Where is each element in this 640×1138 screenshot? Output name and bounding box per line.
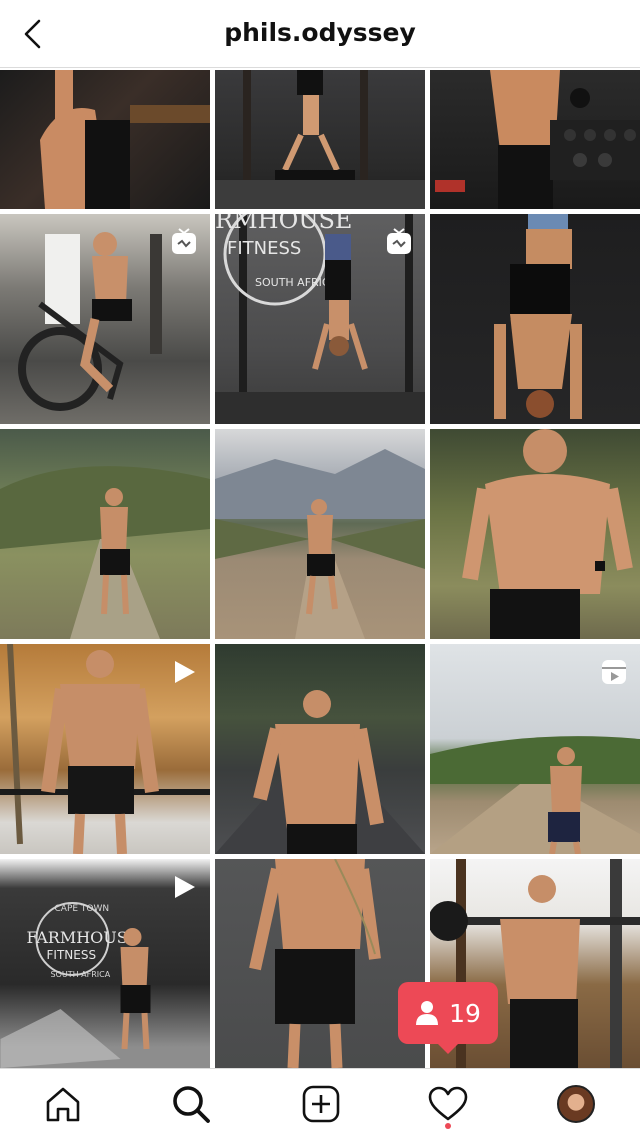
post-thumbnail[interactable]	[0, 70, 210, 209]
post-thumbnail[interactable]: CAPE TOWN FARMHOUSE FITNESS SOUTH AFRICA	[0, 859, 210, 1068]
new-post-icon	[302, 1085, 340, 1123]
tab-activity[interactable]	[427, 1083, 469, 1125]
sign2-text-4: SOUTH AFRICA	[51, 970, 111, 979]
tab-new-post[interactable]	[300, 1083, 342, 1125]
home-icon	[46, 1087, 80, 1122]
sign2-text-1: CAPE TOWN	[55, 904, 110, 914]
activity-indicator-dot	[445, 1123, 451, 1129]
post-thumbnail[interactable]	[215, 429, 425, 639]
post-thumbnail[interactable]	[215, 859, 425, 1068]
post-thumbnail[interactable]	[430, 644, 640, 854]
post-thumbnail[interactable]	[430, 214, 640, 424]
post-thumbnail[interactable]	[0, 644, 210, 854]
sign-text-2: FITNESS	[227, 238, 301, 259]
video-play-icon	[175, 661, 195, 683]
profile-username-title: phils.odyssey	[224, 18, 416, 47]
notification-count: 19	[449, 998, 481, 1028]
top-bar: phils.odyssey	[0, 0, 640, 68]
post-thumbnail[interactable]	[215, 70, 425, 209]
post-thumbnail[interactable]: RMHOUSE FITNESS SOUTH AFRICA	[215, 214, 425, 424]
bottom-tab-bar	[0, 1068, 640, 1138]
sign2-text-3: FITNESS	[47, 948, 97, 962]
post-thumbnail[interactable]	[430, 70, 640, 209]
video-play-icon	[175, 876, 195, 898]
igtv-icon	[387, 228, 411, 254]
person-icon	[416, 1001, 439, 1025]
reels-icon	[602, 660, 626, 684]
posts-grid: RMHOUSE FITNESS SOUTH AFRICA CAPE TOWN F…	[0, 70, 640, 1068]
profile-avatar[interactable]	[557, 1085, 595, 1123]
igtv-icon	[172, 228, 196, 254]
activity-notification-bubble[interactable]: 19	[398, 982, 498, 1054]
heart-icon	[428, 1086, 468, 1121]
search-icon	[173, 1086, 210, 1123]
tab-search[interactable]	[170, 1083, 212, 1125]
post-thumbnail[interactable]	[430, 429, 640, 639]
post-thumbnail[interactable]	[0, 429, 210, 639]
sign-text-1: RMHOUSE	[215, 214, 352, 234]
post-thumbnail[interactable]	[0, 214, 210, 424]
sign2-text-2: FARMHOUSE	[27, 928, 140, 947]
tab-home[interactable]	[42, 1083, 84, 1125]
post-thumbnail[interactable]	[215, 644, 425, 854]
